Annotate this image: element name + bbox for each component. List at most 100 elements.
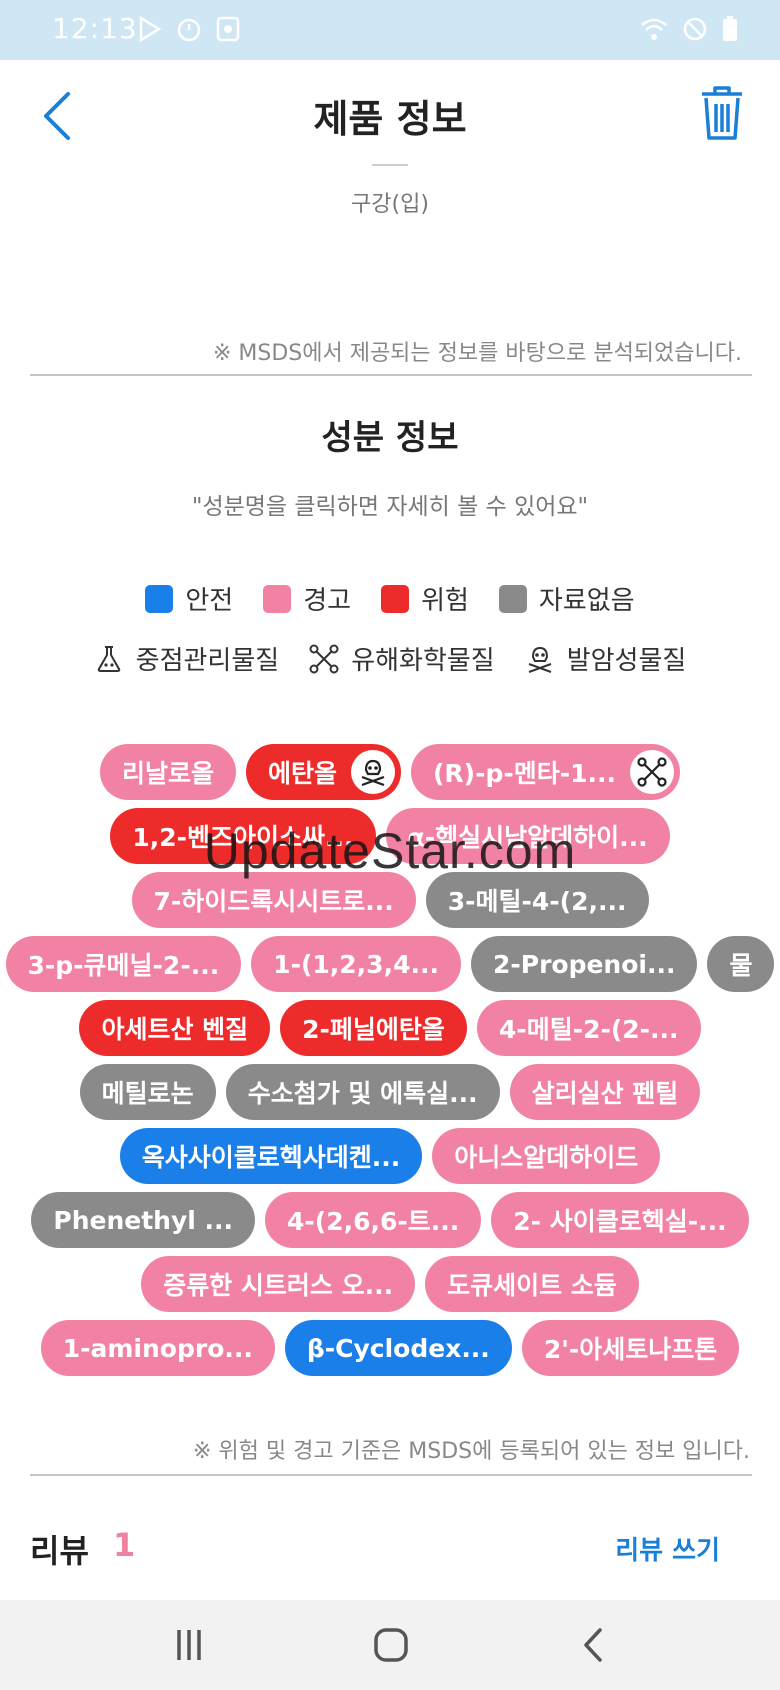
ingredient-chip-label: Phenethyl ...: [53, 1205, 234, 1235]
ingredient-chip-label: 4-메틸-2-(2-...: [498, 1015, 679, 1044]
criteria-note: ※ 위험 및 경고 기준은 MSDS에 등록되어 있는 정보 입니다.: [192, 1439, 750, 1464]
play-store-icon: [139, 16, 162, 42]
ingredient-chip-warning[interactable]: 2'-아세토나프톤: [521, 1320, 740, 1376]
ingredient-chip-label: 에탄올: [267, 759, 337, 788]
ingredient-chip-row: 리날로올 에탄올 (R)-p-멘타-1...: [0, 740, 780, 804]
ingredient-chip-warning[interactable]: 7-하이드록시시트로...: [131, 872, 416, 928]
ingredient-chip-warning[interactable]: 아니스알데하이드: [432, 1128, 661, 1184]
ingredient-chip-row: 옥사사이클로헥사데켄... 아니스알데하이드: [0, 1124, 780, 1188]
ingredient-chip-label: β-Cyclodex...: [306, 1333, 490, 1363]
ingredient-chip-no_data[interactable]: 2-Propenoi...: [470, 936, 698, 992]
exposure-route: 구강(입): [351, 192, 429, 217]
molecule-icon: [630, 750, 675, 794]
ingredients-title: 성분 정보: [321, 418, 459, 458]
ingredient-chip-label: 메틸로논: [101, 1079, 194, 1108]
ingredient-chip-no_data[interactable]: 메틸로논: [79, 1064, 216, 1120]
ingredient-chip-warning[interactable]: 증류한 시트러스 오...: [141, 1256, 416, 1312]
molecule-icon: [309, 644, 339, 673]
ingredient-chip-danger[interactable]: 1,2-벤즈아이소싸...: [110, 808, 376, 864]
system-back-button[interactable]: [570, 1622, 620, 1668]
legend-warning: 경고: [263, 580, 351, 617]
legend-hazardous-label: 유해화학물질: [351, 646, 495, 676]
ingredient-chip-label: 1,2-벤즈아이소싸...: [132, 823, 354, 852]
ingredient-chip-label: 리날로올: [121, 759, 214, 788]
ingredient-chip-danger[interactable]: 에탄올: [245, 744, 401, 800]
route-divider: [372, 164, 408, 166]
ingredient-chip-label: 증류한 시트러스 오...: [163, 1271, 394, 1300]
ingredient-chip-label: 아세트산 벤질: [101, 1015, 249, 1044]
ingredient-chip-warning[interactable]: (R)-p-멘타-1...: [411, 744, 681, 800]
ingredient-chip-warning[interactable]: 4-메틸-2-(2-...: [476, 1000, 701, 1056]
review-label: 리뷰: [30, 1532, 89, 1570]
ingredient-chip-label: 살리실산 펜틸: [531, 1079, 679, 1108]
ingredient-chip-safe[interactable]: β-Cyclodex...: [284, 1320, 512, 1376]
no-data-swatch: [498, 584, 527, 613]
ingredient-chip-label: 2'-아세토나프톤: [543, 1335, 718, 1364]
status-bar: 12:13: [0, 0, 780, 60]
ingredient-chip-label: 1-aminopro...: [62, 1333, 253, 1363]
ingredient-chip-danger[interactable]: 2-페닐에탄올: [280, 1000, 467, 1056]
ingredient-chip-no_data[interactable]: Phenethyl ...: [31, 1192, 256, 1248]
ingredient-chip-label: 3-p-큐메닐-2-...: [27, 951, 220, 980]
ingredient-chip-warning[interactable]: 살리실산 펜틸: [509, 1064, 701, 1120]
substance-legend: 중점관리물질 유해화학물질 발암성물질: [0, 640, 780, 677]
ingredient-chip-label: 2- 사이클로헥실-...: [513, 1207, 727, 1236]
ingredient-chip-row: 3-p-큐메닐-2-... 1-(1,2,3,4... 2-Propenoi... 물: [0, 932, 780, 996]
status-notification-icons: [138, 16, 240, 42]
delete-button[interactable]: [698, 84, 746, 142]
legend-no-data-label: 자료없음: [538, 586, 635, 616]
ingredient-chip-row: 증류한 시트러스 오... 도큐세이트 소듐: [0, 1252, 780, 1316]
ingredient-chip-no_data[interactable]: 3-메틸-4-(2,...: [425, 872, 649, 928]
ingredient-chip-row: 메틸로논 수소첨가 및 에톡실... 살리실산 펜틸: [0, 1060, 780, 1124]
legend-danger-label: 위험: [421, 586, 469, 616]
ingredient-chip-safe[interactable]: 옥사사이클로헥사데켄...: [119, 1128, 423, 1184]
ingredient-chip-row: 1-aminopro... β-Cyclodex... 2'-아세토나프톤: [0, 1316, 780, 1380]
ingredients-hint: "성분명을 클릭하면 자세히 볼 수 있어요": [191, 494, 589, 520]
home-button[interactable]: [366, 1622, 416, 1668]
ingredient-chip-row: Phenethyl ... 4-(2,6,6-트... 2- 사이클로헥실-...: [0, 1188, 780, 1252]
ingredient-chip-no_data[interactable]: 수소첨가 및 에톡실...: [225, 1064, 500, 1120]
ingredient-chip-warning[interactable]: 2- 사이클로헥실-...: [491, 1192, 749, 1248]
msds-note: ※ MSDS에서 제공되는 정보를 바탕으로 분석되었습니다.: [212, 341, 742, 366]
ingredient-chip-row: 아세트산 벤질 2-페닐에탄올 4-메틸-2-(2-...: [0, 996, 780, 1060]
ingredient-chip-label: 옥사사이클로헥사데켄...: [141, 1143, 401, 1172]
battery-icon: [723, 16, 737, 41]
recent-apps-button[interactable]: [164, 1622, 214, 1668]
review-count: 1: [113, 1526, 136, 1564]
write-review-button[interactable]: 리뷰 쓰기: [615, 1530, 720, 1567]
ingredient-chip-warning[interactable]: 3-p-큐메닐-2-...: [5, 936, 242, 992]
ingredient-chip-warning[interactable]: 1-(1,2,3,4...: [251, 936, 461, 992]
ingredient-chip-label: 물: [729, 951, 753, 980]
ingredient-chip-label: 아니스알데하이드: [454, 1143, 639, 1172]
wifi-icon: [641, 18, 667, 40]
legend-safe-label: 안전: [185, 586, 234, 616]
ingredient-chip-warning[interactable]: α-헥실시남알데하이...: [385, 808, 670, 864]
warning-swatch: [263, 584, 292, 613]
status-time: 12:13: [52, 12, 138, 45]
safe-swatch: [145, 584, 174, 613]
legend-hazardous: 유해화학물질: [309, 640, 495, 677]
timer-icon: [177, 18, 201, 42]
ingredient-chip-label: 도큐세이트 소듐: [447, 1271, 617, 1300]
trash-icon: [702, 86, 742, 140]
ingredient-chip-label: 7-하이드록시시트로...: [153, 887, 394, 916]
skull-icon: [351, 750, 395, 794]
ingredient-chip-list: 리날로올 에탄올 (R)-p-멘타-1... 1,2-벤즈아이소싸... α-헥실시남알…: [0, 740, 780, 1380]
ingredient-chip-warning[interactable]: 도큐세이트 소듐: [425, 1256, 639, 1312]
ingredient-chip-warning[interactable]: 리날로올: [99, 744, 236, 800]
ingredient-chip-row: 7-하이드록시시트로... 3-메틸-4-(2,...: [0, 868, 780, 932]
system-nav-bar: [0, 1600, 780, 1690]
ingredient-chip-row: 1,2-벤즈아이소싸... α-헥실시남알데하이...: [0, 804, 780, 868]
ingredient-chip-warning[interactable]: 1-aminopro...: [40, 1320, 275, 1376]
danger-swatch: [381, 584, 410, 613]
legend-danger: 위험: [381, 580, 469, 617]
section-divider: [30, 374, 752, 376]
ingredient-chip-label: 4-(2,6,6-트...: [287, 1207, 460, 1236]
legend-no-data: 자료없음: [498, 580, 635, 617]
ingredient-chip-danger[interactable]: 아세트산 벤질: [79, 1000, 271, 1056]
legend-warning-label: 경고: [303, 586, 352, 616]
flask-icon: [97, 645, 120, 672]
ingredient-chip-warning[interactable]: 4-(2,6,6-트...: [265, 1192, 482, 1248]
ingredient-chip-no_data[interactable]: 물: [707, 936, 775, 992]
ingredient-chip-label: 2-Propenoi...: [492, 949, 676, 979]
